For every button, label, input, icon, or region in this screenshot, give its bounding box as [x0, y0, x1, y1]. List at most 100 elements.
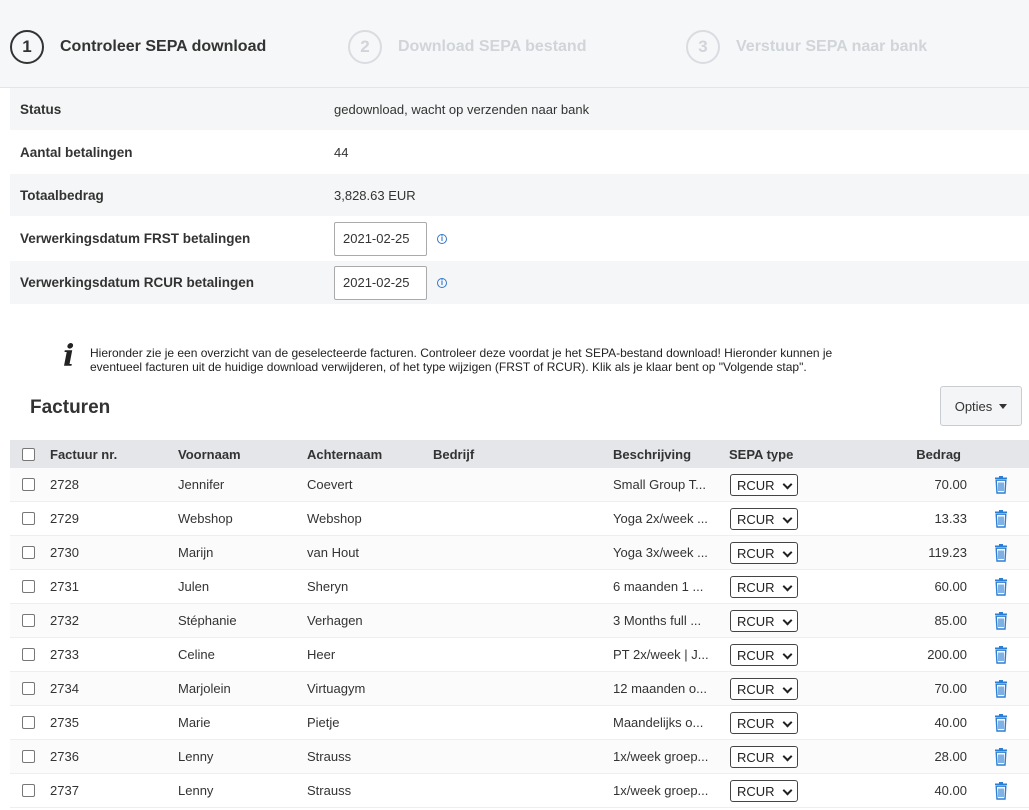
chevron-down-icon — [782, 683, 793, 694]
table-row: 2732 Stéphanie Verhagen 3 Months full ..… — [10, 604, 1029, 638]
table-row: 2728 Jennifer Coevert Small Group T... R… — [10, 468, 1029, 502]
row-checkbox[interactable] — [22, 614, 35, 627]
cell-last-name: Sheryn — [307, 579, 349, 594]
header-first-name[interactable]: Voornaam — [178, 447, 241, 462]
sepa-type-select[interactable]: RCUR — [730, 644, 798, 666]
cell-first-name: Celine — [178, 647, 215, 662]
row-checkbox[interactable] — [22, 682, 35, 695]
cell-invoice-nr: 2729 — [50, 511, 79, 526]
row-checkbox[interactable] — [22, 478, 35, 491]
trash-icon[interactable] — [994, 680, 1008, 698]
cell-invoice-nr: 2730 — [50, 545, 79, 560]
instruction-notice: i Hieronder zie je een overzicht van de … — [63, 342, 963, 376]
sepa-type-select[interactable]: RCUR — [730, 712, 798, 734]
trash-icon[interactable] — [994, 612, 1008, 630]
trash-icon[interactable] — [994, 646, 1008, 664]
cell-amount: 200.00 — [927, 647, 967, 662]
status-value: gedownload, wacht op verzenden naar bank — [334, 101, 590, 117]
cell-last-name: van Hout — [307, 545, 360, 560]
header-last-name[interactable]: Achternaam — [307, 447, 382, 462]
info-circle-icon[interactable]: i — [437, 233, 447, 244]
cell-amount: 70.00 — [934, 477, 967, 492]
sepa-type-select[interactable]: RCUR — [730, 576, 798, 598]
step-2-number: 2 — [348, 30, 382, 64]
cell-first-name: Julen — [178, 579, 210, 594]
sepa-type-select[interactable]: RCUR — [730, 746, 798, 768]
step-1: 1 Controleer SEPA download — [10, 29, 266, 65]
chevron-down-icon — [782, 615, 793, 626]
cell-first-name: Lenny — [178, 783, 214, 798]
cell-description: 6 maanden 1 ... — [613, 579, 704, 594]
rcur-date-label: Verwerkingsdatum RCUR betalingen — [20, 275, 255, 290]
sepa-type-select[interactable]: RCUR — [730, 780, 798, 802]
cell-invoice-nr: 2732 — [50, 613, 79, 628]
cell-first-name: Marjolein — [178, 681, 231, 696]
trash-icon[interactable] — [994, 476, 1008, 494]
header-description[interactable]: Beschrijving — [613, 447, 691, 462]
cell-last-name: Webshop — [307, 511, 362, 526]
trash-icon[interactable] — [994, 578, 1008, 596]
chevron-down-icon — [782, 717, 793, 728]
caret-down-icon — [999, 403, 1008, 409]
cell-amount: 28.00 — [934, 749, 967, 764]
chevron-down-icon — [782, 751, 793, 762]
cell-description: 1x/week groep... — [613, 749, 709, 764]
status-label: Status — [20, 101, 62, 117]
trash-icon[interactable] — [994, 714, 1008, 732]
table-row: 2734 Marjolein Virtuagym 12 maanden o...… — [10, 672, 1029, 706]
frst-date-input[interactable]: 2021-02-25 — [334, 221, 427, 256]
options-button[interactable]: Opties — [940, 386, 1022, 426]
sepa-type-value: RCUR — [737, 477, 775, 493]
header-invoice-nr[interactable]: Factuur nr. — [50, 447, 117, 462]
total-value: 3,828.63 EUR — [334, 187, 416, 203]
cell-last-name: Heer — [307, 647, 336, 662]
chevron-down-icon — [782, 649, 793, 660]
trash-icon[interactable] — [994, 544, 1008, 562]
cell-first-name: Webshop — [178, 511, 233, 526]
step-3-label: Verstuur SEPA naar bank — [736, 38, 928, 55]
download-info: Status gedownload, wacht op verzenden na… — [10, 88, 1029, 305]
row-checkbox[interactable] — [22, 750, 35, 763]
rcur-date-wrap: 2021-02-25 i — [334, 265, 447, 300]
sepa-type-select[interactable]: RCUR — [730, 508, 798, 530]
select-all-checkbox[interactable] — [22, 447, 35, 461]
invoices-title: Facturen — [30, 397, 111, 418]
sepa-type-select[interactable]: RCUR — [730, 474, 798, 496]
row-checkbox[interactable] — [22, 716, 35, 729]
info-circle-icon[interactable]: i — [437, 277, 447, 288]
cell-amount: 40.00 — [934, 715, 967, 730]
info-row-total: Totaalbedrag 3,828.63 EUR — [10, 174, 1029, 217]
count-label: Aantal betalingen — [20, 144, 133, 160]
row-checkbox[interactable] — [22, 512, 35, 525]
step-3-number: 3 — [686, 30, 720, 64]
row-checkbox[interactable] — [22, 546, 35, 559]
cell-invoice-nr: 2735 — [50, 715, 79, 730]
step-1-number: 1 — [10, 30, 44, 64]
chevron-down-icon — [782, 479, 793, 490]
row-checkbox[interactable] — [22, 580, 35, 593]
sepa-type-select[interactable]: RCUR — [730, 542, 798, 564]
cell-amount: 85.00 — [934, 613, 967, 628]
sepa-type-select[interactable]: RCUR — [730, 678, 798, 700]
sepa-type-select[interactable]: RCUR — [730, 610, 798, 632]
rcur-date-input[interactable]: 2021-02-25 — [334, 265, 427, 300]
cell-last-name: Virtuagym — [307, 681, 366, 696]
info-row-frst: Verwerkingsdatum FRST betalingen 2021-02… — [10, 217, 1029, 261]
cell-first-name: Marijn — [178, 545, 214, 560]
header-company[interactable]: Bedrijf — [433, 447, 474, 462]
header-sepa-type[interactable]: SEPA type — [729, 447, 793, 462]
trash-icon[interactable] — [994, 510, 1008, 528]
cell-description: Maandelijks o... — [613, 715, 704, 730]
header-amount[interactable]: Bedrag — [916, 447, 961, 462]
info-row-status: Status gedownload, wacht op verzenden na… — [10, 88, 1029, 131]
cell-description: PT 2x/week | J... — [613, 647, 709, 662]
row-checkbox[interactable] — [22, 648, 35, 661]
cell-last-name: Verhagen — [307, 613, 363, 628]
trash-icon[interactable] — [994, 748, 1008, 766]
cell-description: Small Group T... — [613, 477, 706, 492]
row-checkbox[interactable] — [22, 784, 35, 797]
chevron-down-icon — [782, 785, 793, 796]
info-row-count: Aantal betalingen 44 — [10, 131, 1029, 174]
cell-amount: 119.23 — [928, 545, 967, 560]
trash-icon[interactable] — [994, 782, 1008, 800]
